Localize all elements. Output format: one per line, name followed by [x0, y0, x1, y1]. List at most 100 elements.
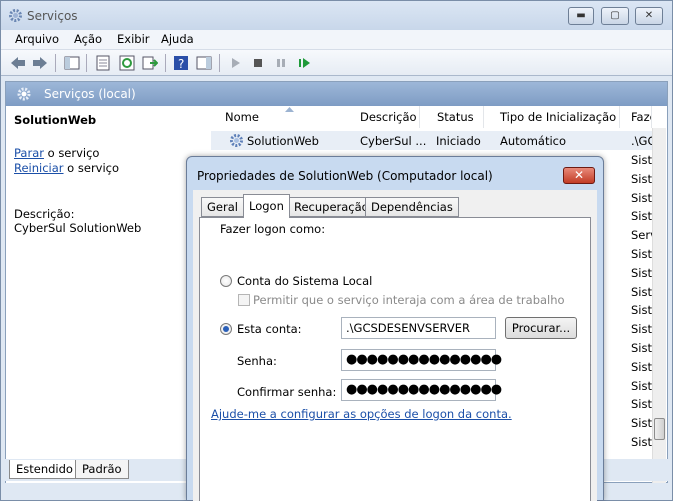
column-header-label: Tipo de Inicialização — [500, 110, 617, 124]
menu-ajuda[interactable]: Ajuda — [161, 32, 194, 46]
logon-cell: Siste — [631, 322, 652, 337]
back-arrow-icon[interactable] — [10, 55, 26, 71]
logon-cell: Siste — [631, 171, 652, 186]
pause-service-icon[interactable] — [273, 55, 289, 71]
restart-service-line: Reiniciar o serviço — [14, 161, 119, 175]
panel-title: Serviços (local) — [44, 87, 136, 101]
row-logon: .\GC — [631, 134, 652, 148]
tab-logon[interactable]: Logon — [243, 194, 290, 218]
stop-service-line: Parar o serviço — [14, 146, 99, 160]
allow-desktop-label: Permitir que o serviço interaja com a ár… — [253, 293, 565, 307]
logon-help-link[interactable]: Ajude-me a configurar as opções de logon… — [211, 407, 512, 421]
local-system-label[interactable]: Conta do Sistema Local — [237, 274, 372, 288]
this-account-radio[interactable] — [220, 323, 232, 335]
logon-as-label: Fazer logon como: — [220, 222, 326, 236]
forward-arrow-icon[interactable] — [32, 55, 48, 71]
title-bar[interactable]: Serviços ▬ ▢ ✕ — [1, 1, 672, 30]
column-header-label: Descrição — [360, 110, 417, 124]
tab-recuperacao[interactable]: Recuperação — [288, 197, 375, 217]
row-startup-type: Automático — [500, 134, 567, 148]
toolbar-separator — [55, 54, 56, 72]
close-button[interactable]: ✕ — [635, 7, 663, 25]
allow-desktop-checkbox[interactable] — [238, 294, 250, 306]
help-icon[interactable]: ? — [173, 55, 189, 71]
toolbar: ? — [1, 50, 672, 76]
column-header-logon[interactable]: Faze — [620, 106, 652, 128]
export-list-icon[interactable] — [142, 55, 158, 71]
tab-padrao[interactable]: Padrão — [75, 460, 129, 479]
tab-geral[interactable]: Geral — [201, 197, 244, 217]
logon-cell: Siste — [631, 303, 652, 318]
restart-service-icon[interactable] — [296, 55, 312, 71]
maximize-button[interactable]: ▢ — [601, 7, 629, 25]
logon-cell: Siste — [631, 397, 652, 412]
toolbar-separator — [165, 54, 166, 72]
logon-cell: Siste — [631, 434, 652, 449]
logon-cell: Siste — [631, 190, 652, 205]
dialog-close-button[interactable]: ✕ — [563, 167, 595, 184]
confirm-password-input[interactable]: ●●●●●●●●●●●●●●● — [341, 379, 502, 401]
account-input[interactable]: .\GCSDESENVSERVER — [341, 317, 496, 339]
properties-dialog: Propriedades de SolutionWeb (Computador … — [186, 156, 604, 501]
logon-cell: Siste — [631, 265, 652, 280]
logon-cell: Siste — [631, 378, 652, 393]
tab-dependencias[interactable]: Dependências — [365, 197, 459, 217]
confirm-password-label: Confirmar senha: — [237, 385, 337, 399]
svg-text:?: ? — [178, 57, 184, 71]
logon-cell: Siste — [631, 359, 652, 374]
local-system-radio[interactable] — [220, 275, 232, 287]
logon-cell: Siste — [631, 340, 652, 355]
dialog-body: Geral Logon Recuperação Dependências Faz… — [193, 190, 597, 501]
stop-service-icon[interactable] — [250, 55, 266, 71]
vertical-scrollbar[interactable] — [652, 128, 666, 483]
sort-ascending-icon — [285, 107, 294, 112]
logon-cell: Siste — [631, 284, 652, 299]
row-name: SolutionWeb — [247, 134, 319, 148]
services-gear-icon — [9, 9, 22, 22]
password-label: Senha: — [237, 354, 277, 368]
minimize-button[interactable]: ▬ — [568, 7, 594, 25]
menu-acao[interactable]: Ação — [74, 32, 102, 46]
toolbar-separator — [86, 54, 87, 72]
logon-column-cells: Siste Siste Siste Siste Serv Siste Siste Siste S… — [631, 151, 652, 452]
restart-service-link[interactable]: Reiniciar — [14, 161, 64, 175]
row-status: Iniciado — [436, 134, 481, 148]
column-header-status[interactable]: Status — [420, 106, 484, 128]
menu-exibir[interactable]: Exibir — [117, 32, 150, 46]
column-header-startup-type[interactable]: Tipo de Inicialização — [484, 106, 620, 128]
tab-estendido[interactable]: Estendido — [9, 460, 80, 479]
logon-cell: Siste — [631, 209, 652, 224]
column-header-label: Nome — [225, 110, 259, 124]
properties-icon[interactable] — [95, 55, 111, 71]
dialog-title: Propriedades de SolutionWeb (Computador … — [197, 169, 493, 183]
logon-tab-page: Fazer logon como: Conta do Sistema Local… — [199, 217, 591, 501]
logon-cell: Siste — [631, 153, 652, 167]
panel-header: Serviços (local) — [6, 82, 667, 106]
this-account-label[interactable]: Esta conta: — [237, 322, 302, 336]
services-gear-icon — [17, 87, 31, 101]
refresh-icon[interactable] — [119, 55, 135, 71]
window-title: Serviços — [27, 9, 78, 23]
show-tree-icon[interactable] — [64, 55, 80, 71]
service-gear-icon — [230, 134, 243, 147]
logon-cell: Siste — [631, 416, 652, 431]
column-header-name[interactable]: Nome — [211, 106, 351, 128]
start-service-icon[interactable] — [228, 55, 244, 71]
toolbar-separator — [219, 54, 220, 72]
password-input[interactable]: ●●●●●●●●●●●●●●● — [341, 349, 502, 371]
logon-cell: Siste — [631, 246, 652, 261]
browse-button[interactable]: Procurar... — [505, 317, 577, 339]
row-description: CyberSul ... — [360, 134, 427, 148]
column-header-description[interactable]: Descrição — [343, 106, 420, 128]
stop-service-link[interactable]: Parar — [14, 146, 44, 160]
stop-service-suffix: o serviço — [43, 146, 100, 160]
column-header-label: Status — [437, 110, 474, 124]
scrollbar-thumb[interactable] — [654, 418, 665, 440]
action-pane-icon[interactable] — [196, 55, 212, 71]
description-label: Descrição: — [14, 207, 75, 221]
menu-bar: Arquivo Ação Exibir Ajuda — [1, 30, 672, 50]
logon-cell: Serv — [631, 228, 652, 243]
menu-arquivo[interactable]: Arquivo — [15, 32, 59, 46]
restart-service-suffix: o serviço — [63, 161, 120, 175]
column-header-label: Faze — [631, 110, 651, 124]
